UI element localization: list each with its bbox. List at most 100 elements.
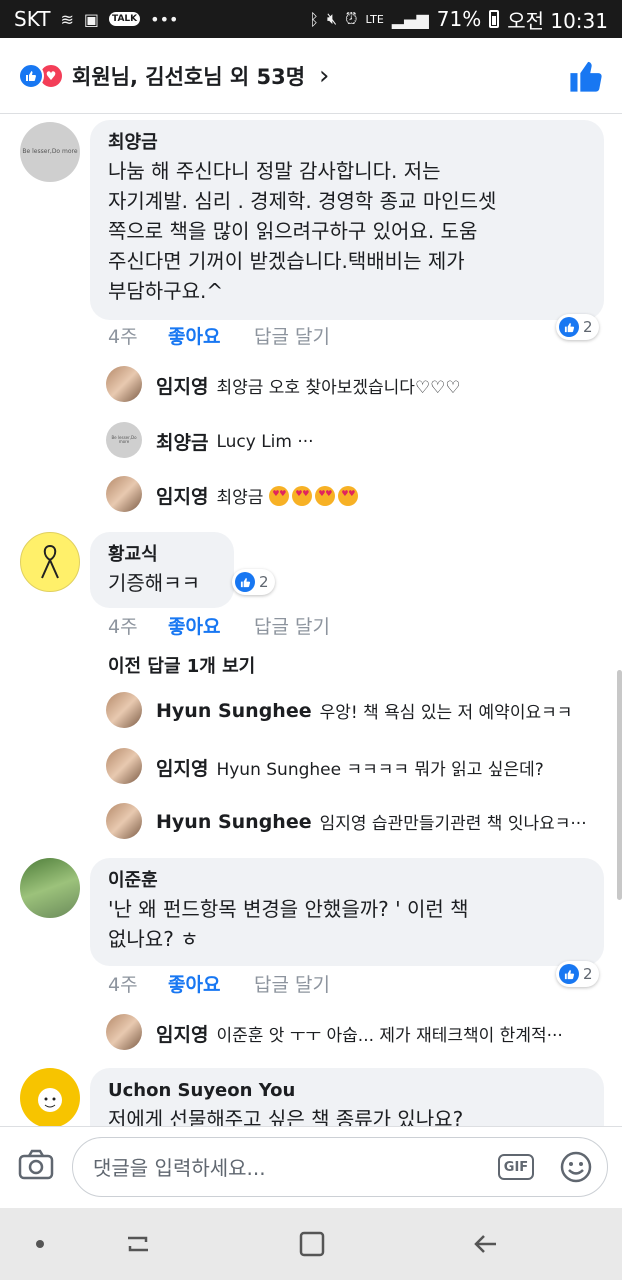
comment-author[interactable]: 이준훈 xyxy=(108,868,586,894)
avatar[interactable] xyxy=(106,748,142,784)
battery-icon xyxy=(489,10,500,28)
reply-item[interactable]: 임지영 최양금 오호 찾아보겠습니다♡♡♡ xyxy=(156,372,461,399)
reaction-count: 2 xyxy=(583,318,593,336)
comment-bubble[interactable]: Uchon Suyeon You 저에게 선물해주고 싶은 책 종류가 있나요? xyxy=(90,1068,604,1126)
home-icon xyxy=(299,1231,325,1257)
comment-text: 저에게 선물해주고 싶은 책 종류가 있나요? xyxy=(108,1107,464,1126)
comment-actions: 4주 좋아요 답글 달기 xyxy=(108,612,330,639)
avatar[interactable]: Be lesser,Do more xyxy=(20,122,80,182)
reply-author[interactable]: 최양금 xyxy=(156,428,208,455)
system-nav-bar xyxy=(0,1208,622,1280)
reply-item[interactable]: Hyun Sunghee 임지영 습관만들기관련 책 잇나요ㅋ··· xyxy=(156,809,587,835)
comment-reaction-count[interactable]: 2 xyxy=(232,569,275,595)
comment-text: 기증해ㅋㅋ xyxy=(108,571,200,595)
avatar[interactable] xyxy=(106,692,142,728)
comment-reaction-count[interactable]: 2 xyxy=(556,314,599,340)
comment-bubble[interactable]: 최양금 나눔 해 주신다니 정말 감사합니다. 저는 자기계발. 심리 . 경제… xyxy=(90,120,604,320)
reply-item[interactable]: 최양금 Lucy Lim ··· xyxy=(156,428,314,455)
comment-actions: 4주 좋아요 답글 달기 xyxy=(108,322,330,349)
reply-text: 최양금 xyxy=(216,488,264,508)
wifi-calling-icon: ≋ xyxy=(60,9,74,29)
scrollbar[interactable] xyxy=(617,670,622,900)
bluetooth-icon: ᛒ xyxy=(309,9,319,29)
reply-item[interactable]: 임지영 Hyun Sunghee ㅋㅋㅋㅋ 뭐가 읽고 싶은데? xyxy=(156,754,544,781)
chevron-right-icon[interactable]: › xyxy=(319,61,329,91)
avatar[interactable] xyxy=(20,532,80,592)
comment-bubble[interactable]: 황교식 기증해ㅋㅋ xyxy=(90,532,234,608)
avatar[interactable] xyxy=(20,1068,80,1126)
reply-item[interactable]: 임지영 이준훈 앗 ㅜㅜ 아숩... 제가 재테크책이 한계적··· xyxy=(156,1020,563,1047)
home-button[interactable] xyxy=(292,1226,332,1262)
comment-text: 나눔 해 주신다니 정말 감사합니다. 저는 자기계발. 심리 . 경제학. 경… xyxy=(108,159,497,303)
back-arrow-icon xyxy=(474,1235,496,1253)
camera-button[interactable] xyxy=(18,1149,56,1187)
reply-author[interactable]: Hyun Sunghee xyxy=(156,700,312,722)
reply-author[interactable]: 임지영 xyxy=(156,372,208,399)
like-reaction-icon xyxy=(235,572,255,592)
comment-actions: 4주 좋아요 답글 달기 xyxy=(108,970,330,997)
like-reaction-icon xyxy=(559,964,579,984)
recent-apps-button[interactable] xyxy=(118,1226,158,1262)
network-type: LTE xyxy=(365,12,384,26)
reactors-summary[interactable]: 회원님, 김선호님 외 53명 xyxy=(72,61,305,91)
avatar-text: Be lesser,Do more xyxy=(22,148,78,155)
avatar[interactable] xyxy=(106,476,142,512)
alarm-icon: ⏰︎ xyxy=(345,9,358,28)
reply-author[interactable]: 임지영 xyxy=(156,1020,208,1047)
heart-eyes-emoji-icon xyxy=(338,485,359,506)
avatar[interactable]: Be lesser,Do more xyxy=(106,422,142,458)
thumbs-up-icon xyxy=(570,61,602,92)
like-button[interactable]: 좋아요 xyxy=(168,322,254,349)
comment-author[interactable]: 최양금 xyxy=(108,130,586,156)
reply-text: Lucy Lim ··· xyxy=(216,431,314,452)
reactions-header[interactable]: ♥ 회원님, 김선호님 외 53명 › xyxy=(0,38,622,114)
reply-author[interactable]: Hyun Sunghee xyxy=(156,811,312,833)
signal-icon: ▂▄▆ xyxy=(391,9,429,29)
avatar-text: Be lesser,Do more xyxy=(111,435,137,444)
status-bar: SKT ≋ ▣ TALK ••• ᛒ 🔇︎ ⏰︎ LTE ▂▄▆ 71% 오전 … xyxy=(0,0,622,38)
ribbon-icon xyxy=(41,544,59,579)
comment-input[interactable] xyxy=(91,1150,475,1186)
reaction-icons: ♥ xyxy=(18,62,64,89)
more-dots-icon: ••• xyxy=(150,9,179,29)
comment-author[interactable]: 황교식 xyxy=(108,542,216,568)
like-button[interactable]: 좋아요 xyxy=(168,612,254,639)
cartoon-face-icon xyxy=(38,1088,62,1112)
smiley-icon xyxy=(560,1151,592,1183)
reply-text: 이준훈 앗 ㅜㅜ 아숩... 제가 재테크책이 한계적··· xyxy=(216,1026,563,1046)
comment-time: 4주 xyxy=(108,616,138,638)
reply-text: Hyun Sunghee ㅋㅋㅋㅋ 뭐가 읽고 싶은데? xyxy=(216,760,544,780)
heart-eyes-emoji-group xyxy=(269,485,361,506)
comment-author[interactable]: Uchon Suyeon You xyxy=(108,1078,586,1104)
avatar[interactable] xyxy=(20,858,80,918)
reply-button[interactable]: 답글 달기 xyxy=(254,322,330,349)
reply-item[interactable]: Hyun Sunghee 우앙! 책 욕심 있는 저 예약이요ㅋㅋ xyxy=(156,698,572,724)
comment-text: '난 왜 펀드항목 변경을 안했을까? ' 이런 책 없나요? ㅎ xyxy=(108,897,469,951)
comment-composer: GIF xyxy=(0,1126,622,1209)
reaction-count: 2 xyxy=(583,965,593,983)
comment-bubble[interactable]: 이준훈 '난 왜 펀드항목 변경을 안했을까? ' 이런 책 없나요? ㅎ xyxy=(90,858,604,966)
reply-button[interactable]: 답글 달기 xyxy=(254,970,330,997)
comment-input-container[interactable]: GIF xyxy=(72,1137,608,1197)
reply-item[interactable]: 임지영 최양금 xyxy=(156,482,361,509)
view-previous-replies[interactable]: 이전 답글 1개 보기 xyxy=(108,652,255,678)
dot-icon xyxy=(36,1240,44,1248)
avatar[interactable] xyxy=(106,1014,142,1050)
comments-list[interactable]: Be lesser,Do more 최양금 나눔 해 주신다니 정말 감사합니다… xyxy=(0,114,622,1126)
kakaotalk-icon: TALK xyxy=(109,12,141,26)
emoji-button[interactable] xyxy=(559,1150,593,1184)
avatar[interactable] xyxy=(106,366,142,402)
reply-author[interactable]: 임지영 xyxy=(156,482,208,509)
like-post-button[interactable] xyxy=(568,58,604,94)
back-button[interactable] xyxy=(466,1226,506,1262)
reply-author[interactable]: 임지영 xyxy=(156,754,208,781)
reply-button[interactable]: 답글 달기 xyxy=(254,612,330,639)
nav-dot-button[interactable] xyxy=(20,1226,60,1262)
comment-reaction-count[interactable]: 2 xyxy=(556,961,599,987)
reply-text: 임지영 습관만들기관련 책 잇나요ㅋ··· xyxy=(319,814,587,834)
gif-button[interactable]: GIF xyxy=(498,1154,534,1180)
like-button[interactable]: 좋아요 xyxy=(168,970,254,997)
like-reaction-icon xyxy=(559,317,579,337)
avatar[interactable] xyxy=(106,803,142,839)
reaction-count: 2 xyxy=(259,573,269,591)
